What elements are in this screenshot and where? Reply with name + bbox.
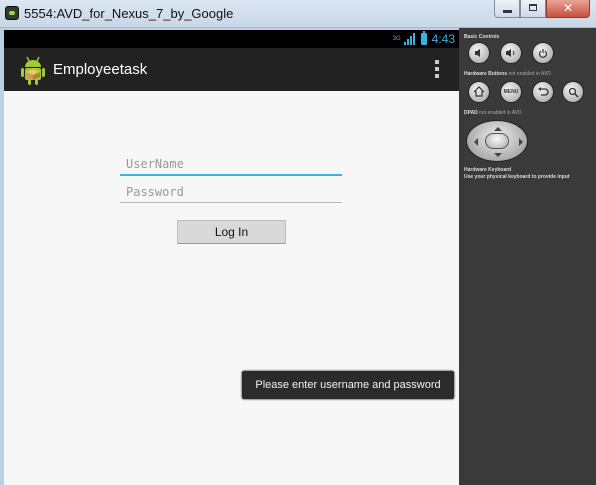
device-screen[interactable]: 3G 4:43 Employeetask Log In Please enter xyxy=(4,30,459,485)
dpad-control[interactable] xyxy=(466,120,528,162)
username-input[interactable] xyxy=(120,154,342,176)
minimize-button[interactable] xyxy=(494,0,520,18)
dpad-down-icon[interactable] xyxy=(494,153,502,161)
volume-down-icon xyxy=(475,49,480,57)
dpad-left-icon[interactable] xyxy=(470,138,478,146)
home-icon xyxy=(473,86,485,97)
action-bar: Employeetask xyxy=(4,48,459,91)
volume-up-icon xyxy=(506,49,515,57)
power-button[interactable] xyxy=(532,42,554,64)
basic-controls-label: Basic Controls xyxy=(464,34,500,40)
back-button[interactable] xyxy=(532,81,554,103)
dpad-label: DPAD not enabled in AVD xyxy=(464,110,522,116)
keyboard-label: Hardware Keyboard xyxy=(464,167,512,173)
keyboard-note: Use your physical keyboard to provide in… xyxy=(464,174,570,180)
close-button[interactable]: ✕ xyxy=(546,0,590,18)
overflow-menu-icon[interactable] xyxy=(435,60,439,78)
volume-down-button[interactable] xyxy=(468,42,490,64)
dpad-center-button[interactable] xyxy=(485,133,509,149)
dpad-up-icon[interactable] xyxy=(494,123,502,131)
signal-icon xyxy=(403,33,418,45)
login-button[interactable]: Log In xyxy=(177,220,286,244)
dpad-right-icon[interactable] xyxy=(519,138,527,146)
window-title: 5554:AVD_for_Nexus_7_by_Google xyxy=(24,6,234,21)
battery-icon xyxy=(420,31,427,45)
dpad-note: not enabled in AVD xyxy=(479,110,522,116)
home-button[interactable] xyxy=(468,81,490,103)
android-app-icon xyxy=(21,56,45,85)
toast-message: Please enter username and password xyxy=(242,371,454,399)
password-input[interactable] xyxy=(120,181,342,203)
android-emulator-icon xyxy=(5,6,19,20)
status-bar: 3G 4:43 xyxy=(4,30,459,48)
status-icons: 3G 4:43 xyxy=(393,30,455,48)
search-icon xyxy=(568,87,579,98)
search-button[interactable] xyxy=(562,81,584,103)
volume-up-button[interactable] xyxy=(500,42,522,64)
hardware-buttons-note: not enabled in AVD xyxy=(508,71,551,77)
app-title: Employeetask xyxy=(53,61,148,78)
emulator-controls-panel: Basic Controls Hardware Buttons not enab… xyxy=(459,28,596,485)
emulator-title-bar[interactable]: 5554:AVD_for_Nexus_7_by_Google ✕ xyxy=(0,0,596,28)
maximize-button[interactable] xyxy=(520,0,546,18)
hardware-buttons-label: Hardware Buttons not enabled in AVD xyxy=(464,71,551,77)
window-controls: ✕ xyxy=(494,0,590,19)
power-icon xyxy=(538,49,548,58)
status-clock: 4:43 xyxy=(431,32,455,46)
menu-button[interactable]: MENU xyxy=(500,81,522,103)
back-icon xyxy=(538,87,549,96)
network-type-label: 3G xyxy=(392,36,401,42)
